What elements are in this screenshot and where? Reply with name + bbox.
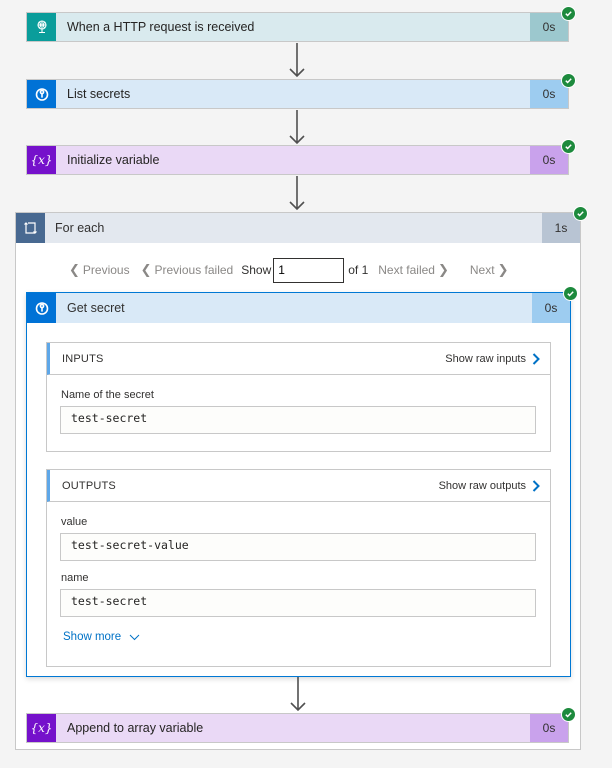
- secret-name-value: test-secret: [60, 406, 536, 434]
- flow-arrow: [287, 110, 307, 146]
- iteration-total: of 1: [348, 263, 369, 277]
- http-request-icon: [27, 13, 56, 41]
- previous-label: Previous: [82, 263, 130, 277]
- output-name-field: test-secret: [60, 589, 536, 617]
- show-label: Show: [241, 263, 272, 277]
- foreach-container: For each 1s ❮ Previous ❮ Previous failed…: [15, 206, 588, 750]
- chevron-left-icon: ❮: [140, 262, 152, 277]
- step-initialize-variable[interactable]: {x} Initialize variable 0s: [26, 139, 576, 175]
- show-raw-outputs-link[interactable]: Show raw outputs: [439, 480, 540, 492]
- success-check-icon: [561, 707, 576, 722]
- iteration-input[interactable]: [273, 257, 345, 283]
- step-list-secrets[interactable]: List secrets 0s: [26, 73, 576, 109]
- outputs-header: OUTPUTS Show raw outputs: [47, 470, 550, 502]
- flow-arrow: [288, 677, 308, 713]
- chevron-right-icon: ❯: [437, 262, 449, 277]
- show-raw-outputs-label: Show raw outputs: [438, 479, 526, 492]
- get-secret-header[interactable]: Get secret 0s: [27, 286, 578, 323]
- step-title: List secrets: [56, 80, 530, 108]
- success-check-icon: [563, 286, 578, 301]
- chevron-right-icon: ❯: [497, 262, 509, 277]
- key-vault-icon: [27, 293, 56, 323]
- field-label: Name of the secret: [61, 389, 154, 401]
- inputs-header: INPUTS Show raw inputs: [47, 343, 550, 375]
- outputs-section: OUTPUTS Show raw outputs value test-secr…: [46, 469, 551, 667]
- inputs-heading: INPUTS: [62, 352, 104, 365]
- next-failed-label: Next failed: [378, 263, 435, 277]
- chevron-left-icon: ❮: [69, 262, 80, 277]
- step-title: Initialize variable: [56, 146, 530, 174]
- step-title: When a HTTP request is received: [56, 13, 530, 41]
- next-button[interactable]: Next ❯: [470, 262, 512, 278]
- show-raw-inputs-label: Show raw inputs: [445, 352, 526, 365]
- show-more-link[interactable]: Show more: [63, 631, 140, 643]
- variable-icon: {x}: [27, 714, 56, 742]
- show-raw-inputs-link[interactable]: Show raw inputs: [445, 353, 540, 365]
- get-secret-title: Get secret: [56, 293, 532, 323]
- output-value-field: test-secret-value: [60, 533, 536, 561]
- previous-button[interactable]: ❮ Previous: [66, 262, 130, 278]
- chevron-right-icon: [532, 479, 540, 492]
- chevron-right-icon: [532, 352, 540, 365]
- loop-icon: [16, 213, 45, 243]
- iteration-pager: ❮ Previous ❮ Previous failed Show of 1 N…: [66, 257, 519, 283]
- foreach-title: For each: [45, 213, 542, 243]
- success-check-icon: [561, 6, 576, 21]
- step-append-to-array[interactable]: {x} Append to array variable 0s: [26, 707, 576, 743]
- inputs-section: INPUTS Show raw inputs Name of the secre…: [46, 342, 551, 452]
- flow-arrow: [287, 176, 307, 212]
- success-check-icon: [561, 139, 576, 154]
- outputs-heading: OUTPUTS: [62, 479, 116, 492]
- next-label: Next: [469, 263, 495, 277]
- step-get-secret: Get secret 0s INPUTS Show raw inputs Nam…: [26, 286, 578, 677]
- success-check-icon: [561, 73, 576, 88]
- show-more-label: Show more: [63, 631, 122, 643]
- step-http-request[interactable]: When a HTTP request is received 0s: [26, 6, 576, 42]
- chevron-down-icon: [129, 634, 140, 640]
- field-label: name: [61, 572, 89, 584]
- foreach-header[interactable]: For each 1s: [16, 206, 588, 243]
- step-title: Append to array variable: [56, 714, 530, 742]
- success-check-icon: [573, 206, 588, 221]
- field-label: value: [61, 516, 88, 528]
- key-vault-icon: [27, 80, 56, 108]
- next-failed-button[interactable]: Next failed ❯: [378, 262, 452, 278]
- flow-arrow: [287, 43, 307, 79]
- variable-icon: {x}: [27, 146, 56, 174]
- previous-failed-button[interactable]: ❮ Previous failed: [138, 262, 234, 278]
- previous-failed-label: Previous failed: [154, 263, 234, 277]
